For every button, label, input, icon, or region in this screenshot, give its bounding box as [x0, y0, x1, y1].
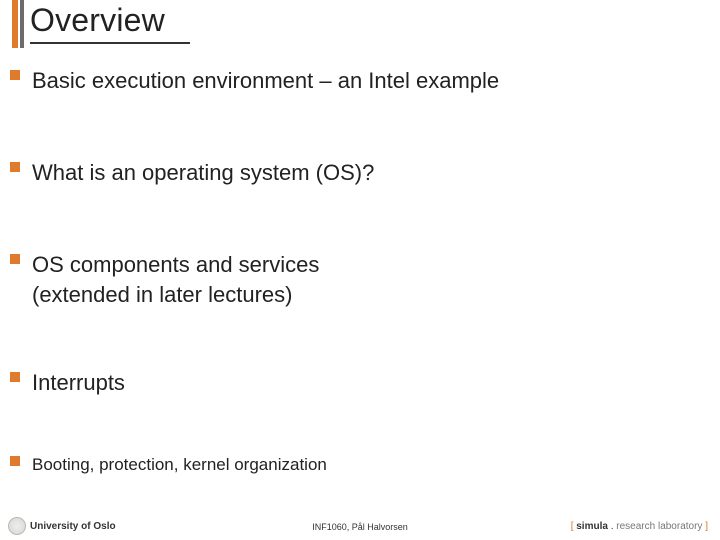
title-accent-gray: [20, 0, 24, 48]
bullet-text: What is an operating system (OS)?: [32, 158, 710, 188]
bullet-icon: [10, 162, 20, 172]
footer-tail: research laboratory: [616, 521, 702, 532]
bullet-icon: [10, 456, 20, 466]
title-area: Overview: [0, 0, 720, 48]
slide: Overview Basic execution environment – a…: [0, 0, 720, 540]
title-underline: [30, 42, 190, 44]
bullet-icon: [10, 70, 20, 80]
bullet-text: OS components and services: [32, 250, 710, 280]
list-item: Booting, protection, kernel organization: [10, 454, 710, 476]
bullet-icon: [10, 372, 20, 382]
footer: University of Oslo INF1060, Pål Halvorse…: [0, 510, 720, 540]
title-accent-orange: [12, 0, 18, 48]
bullet-text-line2: (extended in later lectures): [32, 280, 710, 310]
footer-right: [ simula . research laboratory ]: [571, 521, 708, 532]
list-item: OS components and services (extended in …: [10, 250, 710, 310]
bullet-icon: [10, 254, 20, 264]
list-item: What is an operating system (OS)?: [10, 158, 710, 188]
bullet-text: Interrupts: [32, 368, 710, 398]
footer-brand: simula: [576, 521, 608, 532]
list-item: Interrupts: [10, 368, 710, 398]
bracket-close: ]: [702, 521, 708, 532]
slide-title: Overview: [30, 2, 165, 39]
bullet-text: Basic execution environment – an Intel e…: [32, 66, 710, 96]
slide-body: Basic execution environment – an Intel e…: [10, 60, 710, 476]
bullet-text: Booting, protection, kernel organization: [32, 454, 710, 476]
list-item: Basic execution environment – an Intel e…: [10, 66, 710, 96]
